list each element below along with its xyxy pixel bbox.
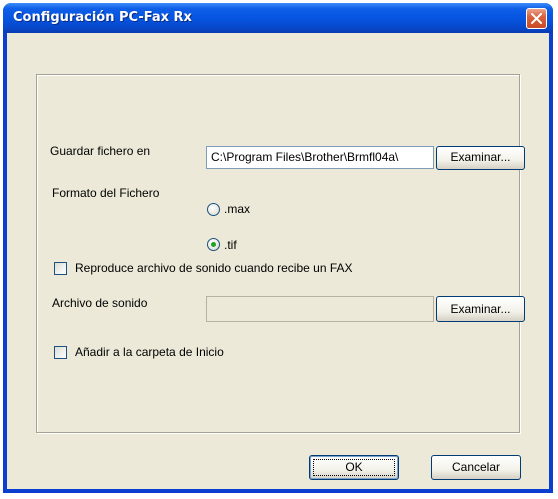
startup-folder-label: Añadir a la carpeta de Inicio: [75, 345, 224, 359]
dialog-window: Configuración PC-Fax Rx Guardar fichero …: [3, 3, 553, 493]
window-title: Configuración PC-Fax Rx: [13, 10, 192, 25]
play-sound-checkbox[interactable]: [54, 262, 67, 275]
format-max-label: .max: [224, 202, 251, 216]
sound-file-field[interactable]: [206, 296, 434, 322]
close-icon: [531, 13, 542, 24]
cancel-button[interactable]: Cancelar: [431, 455, 521, 480]
play-sound-label: Reproduce archivo de sonido cuando recib…: [75, 261, 353, 275]
radio-format-max[interactable]: [207, 203, 220, 216]
file-format-label: Formato del Fichero: [52, 186, 160, 200]
ok-button[interactable]: OK: [309, 455, 399, 480]
dialog-body: Guardar fichero en C:\Program Files\Brot…: [7, 33, 549, 489]
browse-sound-button[interactable]: Examinar...: [436, 296, 525, 322]
format-tif-label: .tif: [224, 238, 237, 252]
radio-selected-dot: [211, 242, 216, 247]
close-button[interactable]: [526, 8, 547, 29]
browse-folder-button[interactable]: Examinar...: [436, 146, 525, 170]
radio-format-tif[interactable]: [207, 238, 220, 251]
save-path-field[interactable]: C:\Program Files\Brother\Brmfl04a\: [206, 146, 434, 169]
save-to-label: Guardar fichero en: [50, 144, 151, 158]
sound-file-label: Archivo de sonido: [52, 296, 148, 310]
settings-group: [36, 74, 520, 433]
title-bar[interactable]: Configuración PC-Fax Rx: [3, 3, 553, 33]
startup-folder-checkbox[interactable]: [54, 346, 67, 359]
